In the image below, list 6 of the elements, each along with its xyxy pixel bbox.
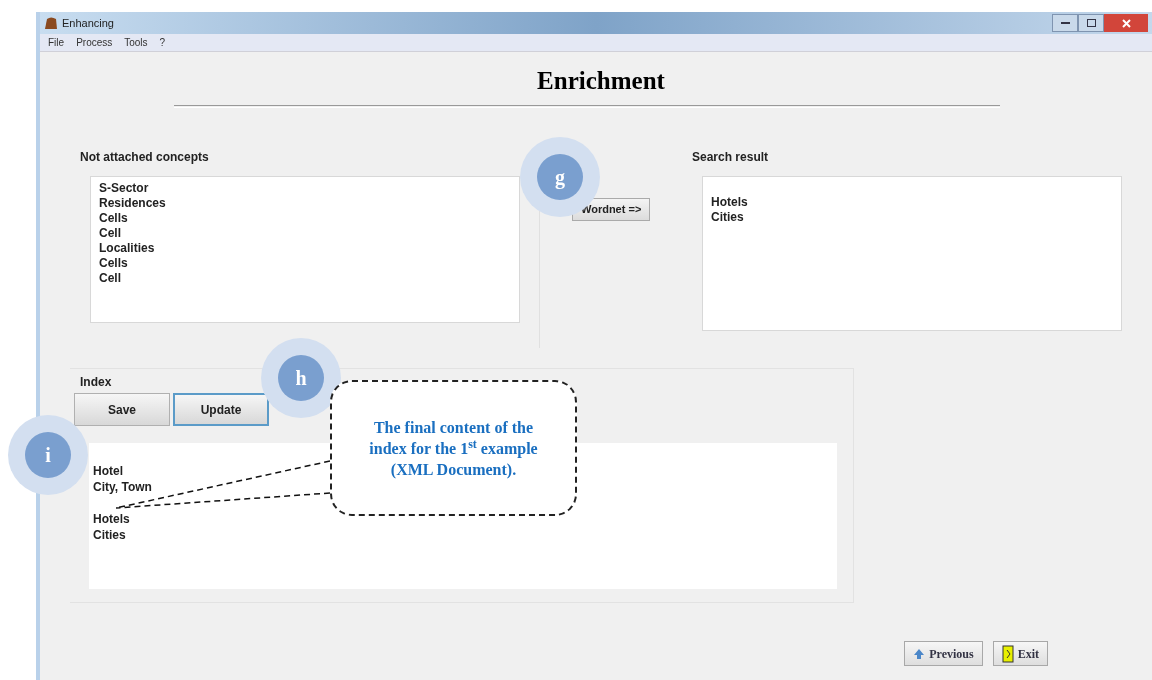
window-title: Enhancing: [62, 15, 114, 31]
section-label: Index: [80, 374, 112, 391]
section-label: Search result: [692, 149, 770, 166]
section-label: Not attached concepts: [80, 149, 210, 166]
page-heading: Enrichment: [536, 66, 666, 96]
step-marker: i: [8, 415, 88, 495]
